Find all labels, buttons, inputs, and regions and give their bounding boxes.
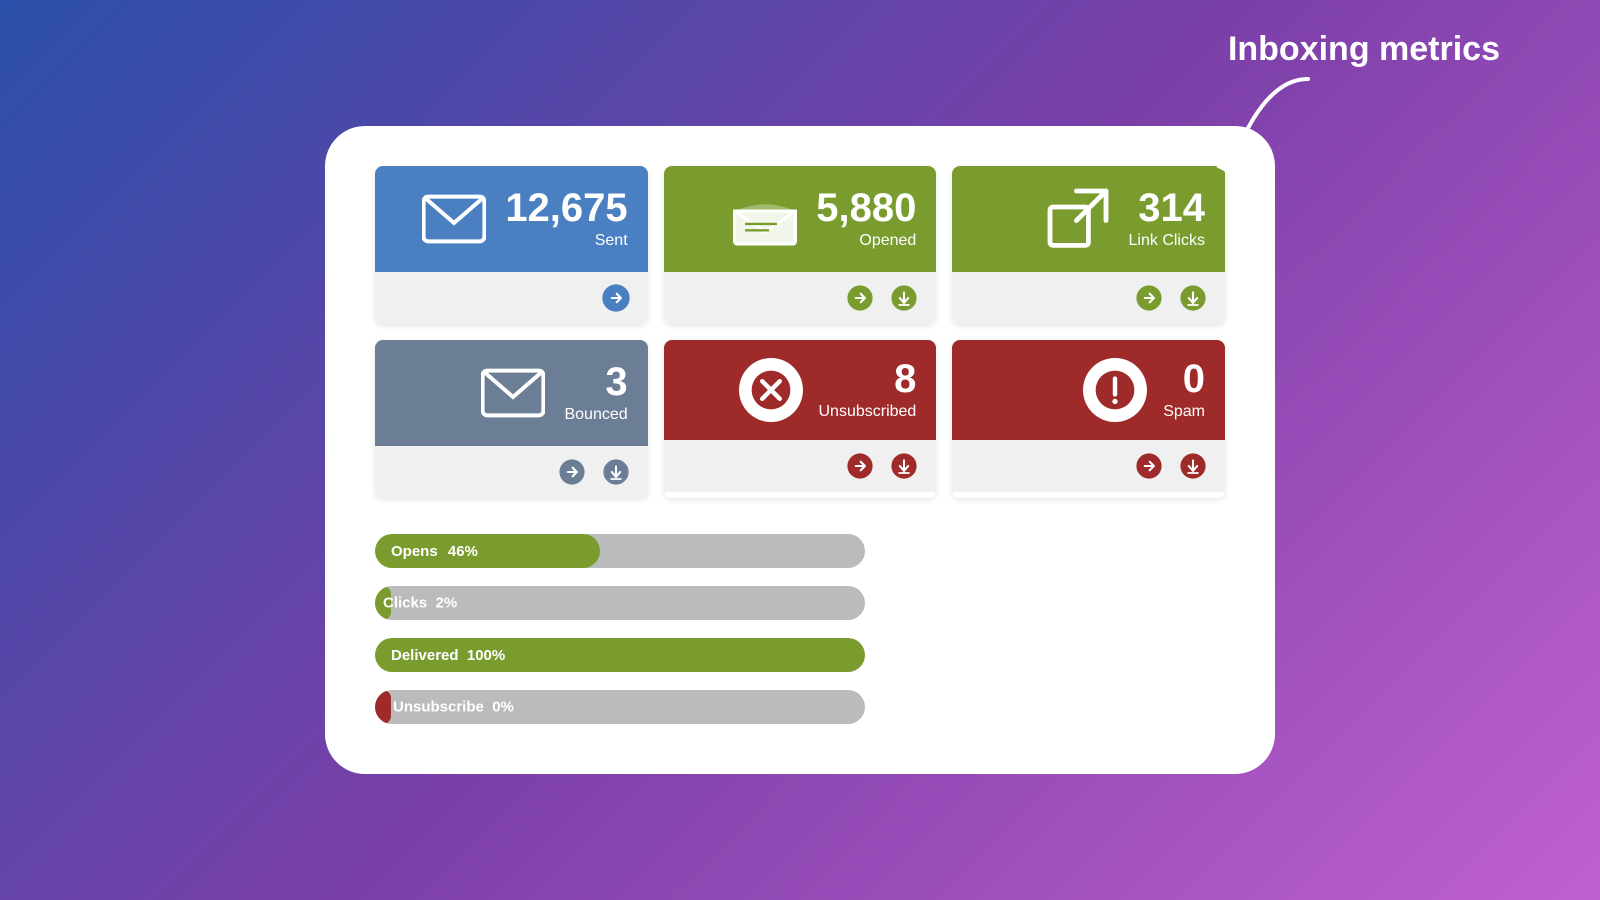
unsubscribed-download-icon[interactable] <box>888 450 920 482</box>
clicks-track: Clicks 2% <box>375 586 865 620</box>
bounced-number: 3 <box>564 362 627 402</box>
sent-actions <box>375 272 648 324</box>
opened-envelope-icon <box>730 184 800 254</box>
opened-download-icon[interactable] <box>888 282 920 314</box>
opens-progress-row: Opens 46% <box>375 534 1225 568</box>
unsubscribed-arrow-icon[interactable] <box>844 450 876 482</box>
inboxing-metrics-label: Inboxing metrics <box>1228 30 1500 69</box>
spam-info: 0 Spam <box>1163 359 1205 421</box>
main-card: 12,675 Sent <box>325 126 1275 774</box>
link-clicks-card: 314 Link Clicks <box>952 166 1225 324</box>
bounced-envelope-icon <box>478 358 548 428</box>
delivered-track: Delivered 100% <box>375 638 865 672</box>
link-clicks-arrow-icon[interactable] <box>1133 282 1165 314</box>
unsubscribe-track: Unsubscribe 0% <box>375 690 865 724</box>
unsubscribed-x-icon <box>739 358 803 422</box>
opened-number: 5,880 <box>816 188 916 228</box>
bounced-arrow-icon[interactable] <box>556 456 588 488</box>
delivered-fill: Delivered 100% <box>375 638 865 672</box>
bounced-actions <box>375 446 648 498</box>
arrow-icon <box>1168 69 1328 179</box>
opened-arrow-icon[interactable] <box>844 282 876 314</box>
link-clicks-label: Link Clicks <box>1129 232 1205 250</box>
unsubscribed-label: Unsubscribed <box>819 403 917 421</box>
link-clicks-download-icon[interactable] <box>1177 282 1209 314</box>
link-clicks-number: 314 <box>1129 188 1205 228</box>
opened-actions <box>664 272 937 324</box>
unsubscribe-text: Unsubscribe 0% <box>393 699 514 716</box>
unsubscribed-number: 8 <box>819 359 917 399</box>
sent-info: 12,675 Sent <box>505 188 627 250</box>
opened-info: 5,880 Opened <box>816 188 916 250</box>
clicks-text: Clicks 2% <box>383 595 457 612</box>
sent-arrow-icon[interactable] <box>600 282 632 314</box>
metrics-grid: 12,675 Sent <box>375 166 1225 498</box>
unsubscribed-info: 8 Unsubscribed <box>819 359 917 421</box>
sent-envelope-icon <box>419 184 489 254</box>
opens-percent: 46% <box>444 543 478 560</box>
sent-label: Sent <box>505 232 627 250</box>
bounced-card: 3 Bounced <box>375 340 648 498</box>
spam-arrow-icon[interactable] <box>1133 450 1165 482</box>
sent-number: 12,675 <box>505 188 627 228</box>
link-clicks-actions <box>952 272 1225 324</box>
sent-card: 12,675 Sent <box>375 166 648 324</box>
link-clicks-info: 314 Link Clicks <box>1129 188 1205 250</box>
opened-card: 5,880 Opened <box>664 166 937 324</box>
bounced-download-icon[interactable] <box>600 456 632 488</box>
spam-card: 0 Spam <box>952 340 1225 498</box>
progress-section: Opens 46% Clicks 2% Delivered 100% <box>375 534 1225 724</box>
clicks-progress-row: Clicks 2% <box>375 586 1225 620</box>
opens-fill: Opens 46% <box>375 534 600 568</box>
opened-label: Opened <box>816 232 916 250</box>
unsubscribe-fill <box>375 690 391 724</box>
spam-label: Spam <box>1163 403 1205 421</box>
delivered-progress-row: Delivered 100% <box>375 638 1225 672</box>
bounced-info: 3 Bounced <box>564 362 627 424</box>
spam-download-icon[interactable] <box>1177 450 1209 482</box>
spam-actions <box>952 440 1225 492</box>
spam-number: 0 <box>1163 359 1205 399</box>
delivered-text: Delivered 100% <box>391 647 505 664</box>
unsubscribed-actions <box>664 440 937 492</box>
link-clicks-icon <box>1043 184 1113 254</box>
unsubscribed-card: 8 Unsubscribed <box>664 340 937 498</box>
unsubscribe-progress-row: Unsubscribe 0% <box>375 690 1225 724</box>
opens-text: Opens <box>391 543 438 560</box>
spam-exclamation-icon <box>1083 358 1147 422</box>
bounced-label: Bounced <box>564 406 627 424</box>
opens-track: Opens 46% <box>375 534 865 568</box>
